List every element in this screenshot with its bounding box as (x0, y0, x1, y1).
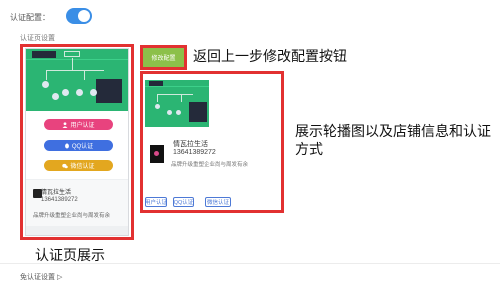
annotation-frame-phone (20, 44, 134, 240)
annotation-page-show: 认证页展示 (35, 248, 105, 264)
annotation-frame-button (140, 45, 187, 70)
toggle-knob (78, 10, 90, 22)
auth-config-label: 认证配置： (10, 13, 50, 22)
annotation-back-edit: 返回上一步修改配置按钮 (193, 49, 347, 65)
auth-config-toggle[interactable] (66, 8, 92, 24)
annotation-show-line2: 方式 (295, 142, 323, 158)
page-settings-label: 认证页设置 (20, 35, 55, 42)
annotation-frame-preview (140, 71, 284, 213)
annotation-show-line1: 展示轮播图以及店铺信息和认证 (295, 124, 491, 140)
no-auth-settings-link[interactable]: 免认证设置 ▷ (20, 272, 62, 282)
section-divider (0, 263, 500, 264)
